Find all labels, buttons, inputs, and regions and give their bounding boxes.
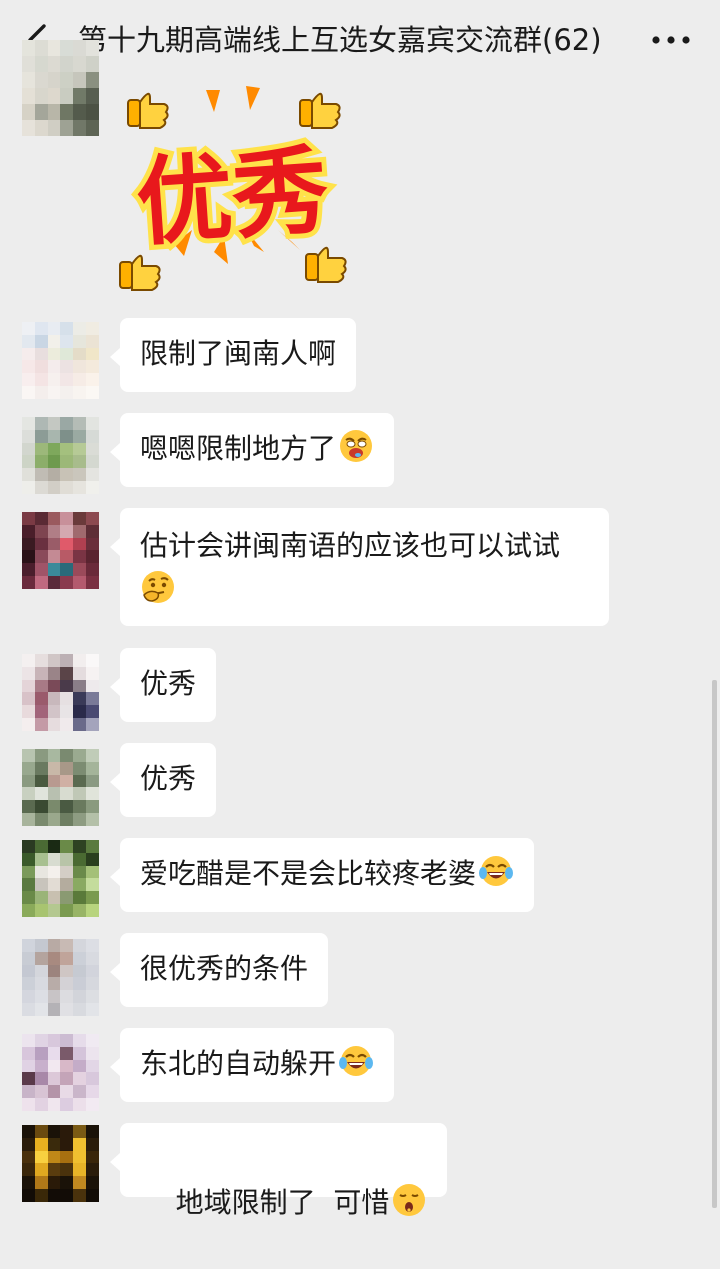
- message-text: 优秀: [140, 762, 197, 795]
- message-bubble[interactable]: 爱吃醋是不是会比较疼老婆: [109, 838, 535, 912]
- scrollbar[interactable]: [712, 680, 717, 1208]
- sticker-text: 优秀: [133, 134, 332, 259]
- avatar[interactable]: [22, 749, 99, 826]
- surprised-face-emoji: [393, 1184, 426, 1216]
- drooling-face-emoji: [340, 430, 373, 462]
- avatar[interactable]: [22, 40, 99, 136]
- thinking-face-emoji: [142, 571, 174, 603]
- message-text: 嗯嗯限制地方了: [140, 432, 337, 465]
- message-text: 估计会讲闽南语的应该也可以试试: [140, 529, 561, 562]
- thumbs-up-sticker[interactable]: 优秀: [114, 80, 354, 302]
- message-text: 优秀: [140, 667, 197, 700]
- message-bubble[interactable]: 东北的自动躲开: [109, 1028, 395, 1102]
- tears-of-joy-emoji: [339, 1046, 374, 1076]
- message-bubble[interactable]: 优秀: [109, 743, 217, 817]
- avatar[interactable]: [22, 417, 99, 494]
- chat-header: 第十九期高端线上互选女嘉宾交流群(62): [0, 0, 720, 80]
- message-text: 地域限制了 可惜: [175, 1186, 390, 1219]
- message-bubble[interactable]: 嗯嗯限制地方了: [109, 413, 395, 487]
- avatar[interactable]: [22, 939, 99, 1016]
- avatar[interactable]: [22, 840, 99, 917]
- message-text: 东北的自动躲开: [140, 1047, 337, 1080]
- message-bubble[interactable]: 估计会讲闽南语的应该也可以试试: [110, 508, 609, 626]
- message-text: 很优秀的条件: [140, 952, 309, 985]
- message-text: 限制了闽南人啊: [140, 337, 337, 370]
- avatar[interactable]: [22, 1034, 99, 1111]
- chat-title: 第十九期高端线上互选女嘉宾交流群(62): [78, 23, 602, 57]
- message-text: 爱吃醋是不是会比较疼老婆: [140, 857, 477, 890]
- message-bubble[interactable]: 限制了闽南人啊: [109, 318, 357, 392]
- avatar[interactable]: [22, 654, 99, 731]
- more-dots-icon[interactable]: [646, 26, 696, 54]
- avatar[interactable]: [22, 322, 99, 399]
- message-bubble[interactable]: 地域限制了 可惜: [109, 1123, 448, 1219]
- tears-of-joy-emoji: [479, 856, 514, 886]
- avatar[interactable]: [22, 512, 99, 589]
- message-sticker: 优秀: [0, 40, 720, 302]
- avatar[interactable]: [22, 1125, 99, 1202]
- message-bubble[interactable]: 很优秀的条件: [109, 933, 329, 1007]
- message-bubble[interactable]: 优秀: [109, 648, 217, 722]
